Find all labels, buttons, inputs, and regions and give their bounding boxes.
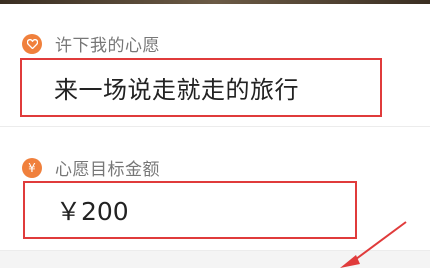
annotation-arrow — [340, 221, 407, 268]
